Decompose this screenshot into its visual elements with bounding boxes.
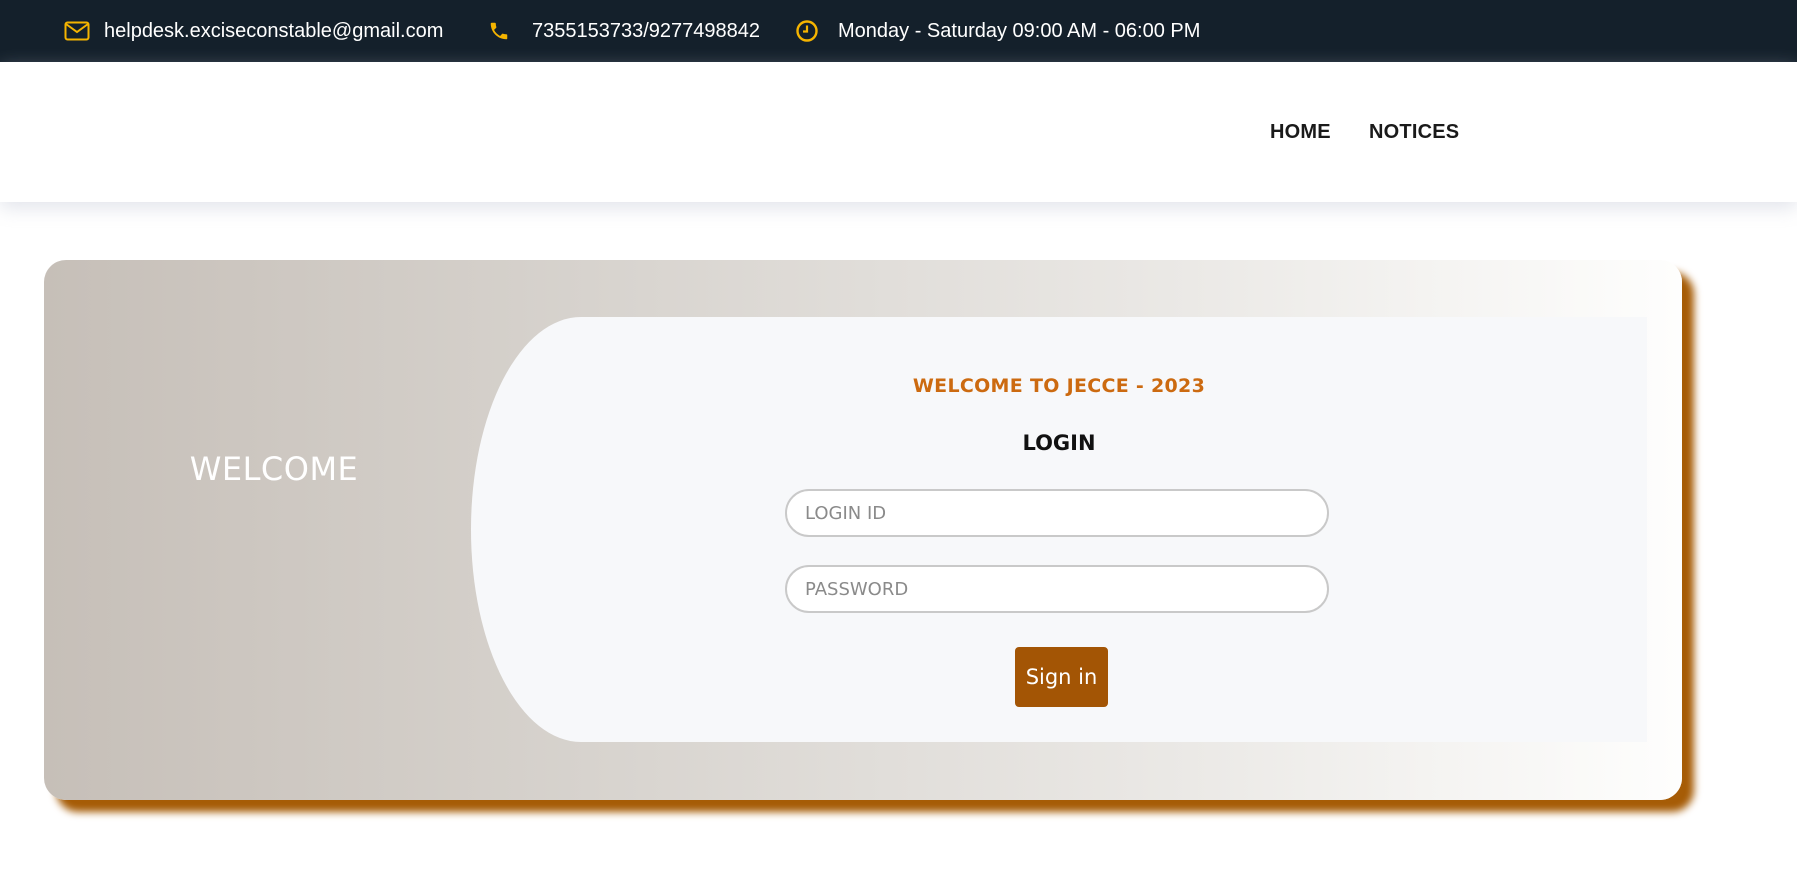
login-card: WELCOME WELCOME TO JECCE - 2023 LOGIN Si… <box>44 260 1682 800</box>
welcome-heading: WELCOME TO JECCE - 2023 <box>912 375 1206 397</box>
contact-email[interactable]: helpdesk.exciseconstable@gmail.com <box>64 0 443 62</box>
sign-in-button[interactable]: Sign in <box>1015 647 1108 707</box>
envelope-icon <box>64 18 90 44</box>
welcome-text: WELCOME <box>189 450 359 488</box>
clock-icon <box>794 18 820 44</box>
phone-icon <box>486 18 512 44</box>
login-panel: WELCOME TO JECCE - 2023 LOGIN Sign in <box>471 317 1647 742</box>
top-info-bar: helpdesk.exciseconstable@gmail.com 73551… <box>0 0 1797 62</box>
phone-text: 7355153733/9277498842 <box>532 19 761 42</box>
office-hours: Monday - Saturday 09:00 AM - 06:00 PM <box>794 0 1200 62</box>
password-input[interactable] <box>785 565 1329 613</box>
nav-link-notices[interactable]: NOTICES <box>1369 121 1459 144</box>
login-id-input[interactable] <box>785 489 1329 537</box>
email-text: helpdesk.exciseconstable@gmail.com <box>104 19 444 42</box>
nav-item-notices[interactable]: NOTICES <box>1369 62 1459 202</box>
hours-text: Monday - Saturday 09:00 AM - 06:00 PM <box>838 19 1201 42</box>
nav-item-home[interactable]: HOME <box>1270 62 1331 202</box>
login-heading: LOGIN <box>1022 431 1096 455</box>
site-header: HOME NOTICES <box>0 62 1797 202</box>
nav-link-home[interactable]: HOME <box>1270 121 1331 144</box>
contact-phone[interactable]: 7355153733/9277498842 <box>486 0 760 62</box>
